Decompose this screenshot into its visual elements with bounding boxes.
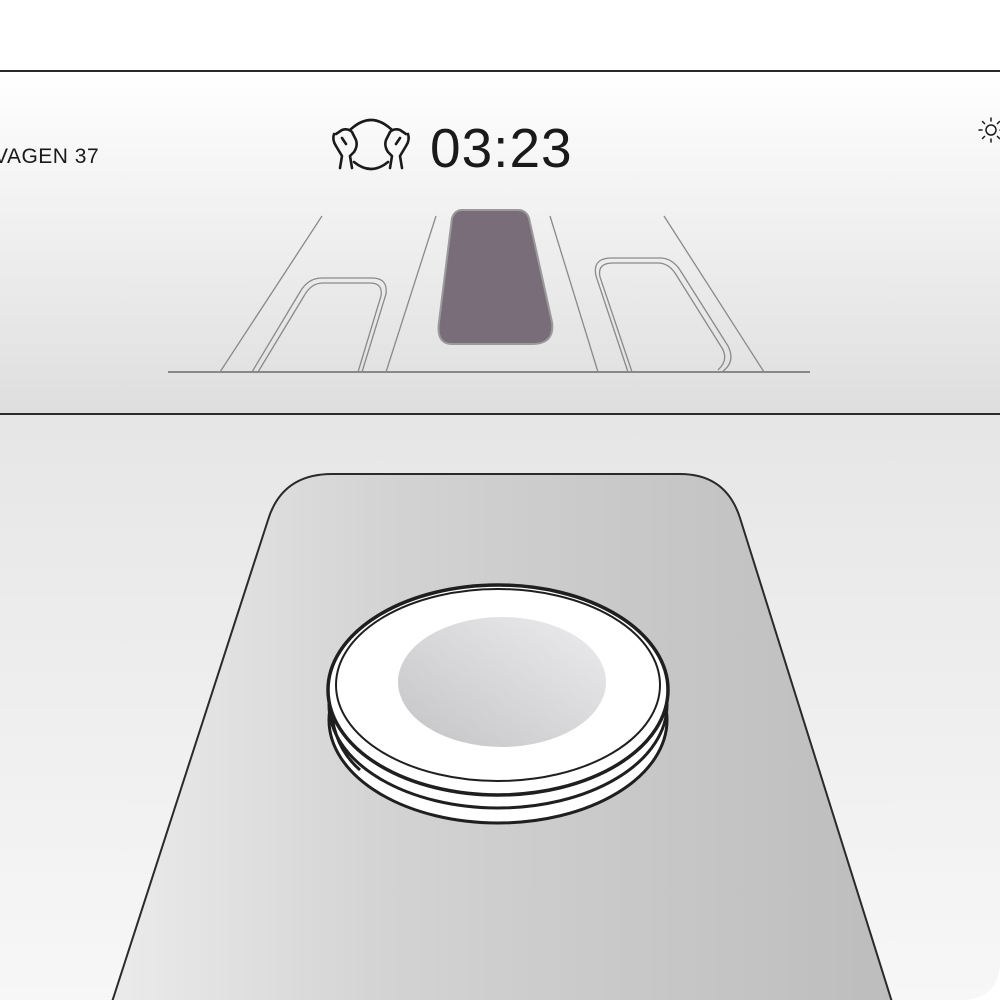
hands-on-steering-wheel-icon xyxy=(332,118,410,171)
vehicle-label: VAGEN 37 xyxy=(0,145,100,168)
timer-display: 03:23 xyxy=(430,117,573,179)
sun-icon[interactable] xyxy=(978,117,1000,143)
knob-center[interactable] xyxy=(398,617,606,747)
rotary-knob[interactable] xyxy=(326,583,670,825)
